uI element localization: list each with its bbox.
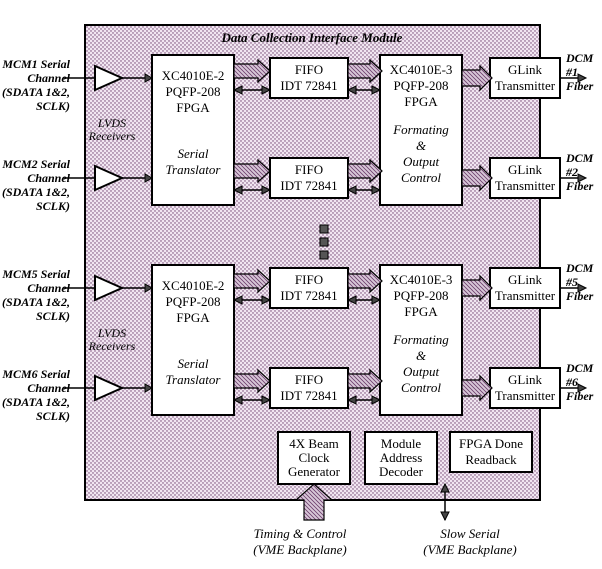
svg-text:MCM2 Serial: MCM2 Serial bbox=[1, 157, 70, 171]
svg-text:Readback: Readback bbox=[465, 452, 517, 467]
xc-input-1-l3: FPGA bbox=[176, 100, 210, 115]
glink-2-l1: GLink bbox=[508, 162, 542, 177]
label-slow-2: (VME Backplane) bbox=[423, 542, 516, 557]
svg-text:Generator: Generator bbox=[288, 464, 341, 479]
glink-1-l2: Transmitter bbox=[495, 78, 556, 93]
xc-input-1-l2: PQFP-208 bbox=[166, 84, 221, 99]
svg-text:Address: Address bbox=[380, 450, 423, 465]
xc-output-1-s3: Output bbox=[403, 154, 440, 169]
svg-text:Fiber: Fiber bbox=[565, 289, 594, 303]
svg-text:DCM: DCM bbox=[565, 51, 594, 65]
svg-text:(SDATA 1&2,: (SDATA 1&2, bbox=[2, 85, 70, 99]
xc-output-1-s2: & bbox=[416, 138, 427, 153]
xc-output-1-s1: Formating bbox=[392, 122, 449, 137]
fifo-2-l2: IDT 72841 bbox=[280, 178, 337, 193]
svg-text:LVDS: LVDS bbox=[97, 326, 126, 340]
svg-text:GLink: GLink bbox=[508, 372, 542, 387]
svg-text:Clock: Clock bbox=[298, 450, 330, 465]
svg-text:FPGA Done: FPGA Done bbox=[459, 436, 523, 451]
glink-2-l2: Transmitter bbox=[495, 178, 556, 193]
in1-l1: MCM1 Serial bbox=[1, 57, 70, 71]
svg-text:(SDATA 1&2,: (SDATA 1&2, bbox=[2, 395, 70, 409]
glink-1-l1: GLink bbox=[508, 62, 542, 77]
svg-text:MCM5 Serial: MCM5 Serial bbox=[1, 267, 70, 281]
xc-output-1-l3: FPGA bbox=[404, 94, 438, 109]
svg-text:Channel: Channel bbox=[27, 171, 70, 185]
svg-text:FPGA: FPGA bbox=[176, 310, 210, 325]
svg-text:Transmitter: Transmitter bbox=[495, 388, 556, 403]
svg-text:Output: Output bbox=[403, 364, 440, 379]
svg-text:DCM: DCM bbox=[565, 151, 594, 165]
lvds-label-1b: Receivers bbox=[88, 129, 136, 143]
svg-text:#6: #6 bbox=[565, 375, 578, 389]
fifo-1-l1: FIFO bbox=[295, 62, 323, 77]
svg-text:Fiber: Fiber bbox=[565, 79, 594, 93]
svg-text:Translator: Translator bbox=[166, 372, 222, 387]
svg-text:XC4010E-2: XC4010E-2 bbox=[162, 278, 225, 293]
svg-text:GLink: GLink bbox=[508, 272, 542, 287]
svg-text:Formating: Formating bbox=[392, 332, 449, 347]
svg-text:Receivers: Receivers bbox=[88, 339, 136, 353]
xc-input-1-s1: Serial bbox=[177, 146, 208, 161]
svg-text:Serial: Serial bbox=[177, 356, 208, 371]
svg-text:Fiber: Fiber bbox=[565, 179, 594, 193]
svg-text:Channel: Channel bbox=[27, 71, 70, 85]
svg-text:IDT 72841: IDT 72841 bbox=[280, 288, 337, 303]
label-timing-1: Timing & Control bbox=[254, 526, 347, 541]
svg-text:#1: #1 bbox=[565, 65, 578, 79]
xc-input-1-l1: XC4010E-2 bbox=[162, 68, 225, 83]
svg-text:#2: #2 bbox=[565, 165, 578, 179]
svg-text:FPGA: FPGA bbox=[404, 304, 438, 319]
svg-text:Channel: Channel bbox=[27, 381, 70, 395]
fifo-2-l1: FIFO bbox=[295, 162, 323, 177]
svg-text:XC4010E-3: XC4010E-3 bbox=[390, 272, 453, 287]
fifo-1-l2: IDT 72841 bbox=[280, 78, 337, 93]
svg-text:SCLK): SCLK) bbox=[36, 199, 70, 213]
svg-text:(SDATA 1&2,: (SDATA 1&2, bbox=[2, 295, 70, 309]
svg-text:SCLK): SCLK) bbox=[36, 409, 70, 423]
svg-text:IDT 72841: IDT 72841 bbox=[280, 388, 337, 403]
svg-text:SCLK): SCLK) bbox=[36, 99, 70, 113]
svg-text:DCM: DCM bbox=[565, 361, 594, 375]
svg-text:Transmitter: Transmitter bbox=[495, 288, 556, 303]
label-slow-1: Slow Serial bbox=[440, 526, 500, 541]
xc-output-1-l2: PQFP-208 bbox=[394, 78, 449, 93]
xc-output-1-s4: Control bbox=[401, 170, 441, 185]
xc-input-1-s2: Translator bbox=[166, 162, 222, 177]
svg-text:Fiber: Fiber bbox=[565, 389, 594, 403]
svg-text:Control: Control bbox=[401, 380, 441, 395]
label-timing-2: (VME Backplane) bbox=[253, 542, 346, 557]
svg-text:&: & bbox=[416, 348, 427, 363]
svg-text:#5: #5 bbox=[565, 275, 578, 289]
svg-text:FIFO: FIFO bbox=[295, 272, 323, 287]
svg-text:(SDATA 1&2,: (SDATA 1&2, bbox=[2, 185, 70, 199]
svg-text:FIFO: FIFO bbox=[295, 372, 323, 387]
svg-text:MCM6 Serial: MCM6 Serial bbox=[1, 367, 70, 381]
svg-text:PQFP-208: PQFP-208 bbox=[394, 288, 449, 303]
svg-text:4X Beam: 4X Beam bbox=[289, 436, 338, 451]
xc-output-1-l1: XC4010E-3 bbox=[390, 62, 453, 77]
svg-text:Channel: Channel bbox=[27, 281, 70, 295]
svg-text:PQFP-208: PQFP-208 bbox=[166, 294, 221, 309]
module-title: Data Collection Interface Module bbox=[221, 30, 403, 45]
svg-text:SCLK): SCLK) bbox=[36, 309, 70, 323]
svg-text:DCM: DCM bbox=[565, 261, 594, 275]
svg-text:Module: Module bbox=[381, 436, 422, 451]
svg-text:Decoder: Decoder bbox=[379, 464, 424, 479]
lvds-label-1a: LVDS bbox=[97, 116, 126, 130]
